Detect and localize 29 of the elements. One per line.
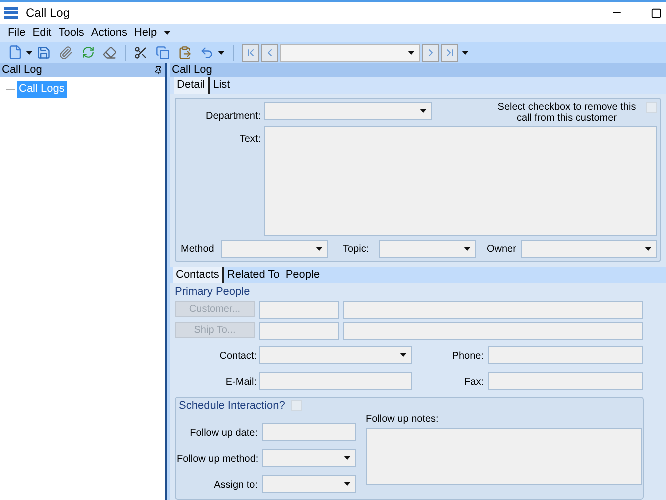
panel-title: Call Log bbox=[2, 62, 42, 78]
field-label: Follow up method: bbox=[177, 454, 259, 465]
group-title: Primary People bbox=[175, 284, 252, 300]
tab[interactable]: People bbox=[282, 266, 324, 283]
group-title: Schedule Interaction? bbox=[179, 398, 286, 414]
tab[interactable]: Detail bbox=[174, 77, 210, 94]
tab[interactable]: Contacts bbox=[173, 266, 224, 283]
menu-item[interactable]: Actions bbox=[91, 24, 128, 42]
field-label: Phone: bbox=[452, 351, 484, 362]
field-label: Fax: bbox=[464, 377, 484, 388]
field-label: Owner bbox=[487, 242, 517, 256]
menu-item[interactable]: Tools bbox=[58, 24, 84, 42]
remove-note: Select checkbox to remove this call from this customer bbox=[496, 102, 638, 124]
field-label: Department: bbox=[206, 111, 261, 122]
field-label: Text: bbox=[240, 134, 261, 145]
field-label: E-Mail: bbox=[226, 377, 257, 388]
menu-item[interactable]: Edit bbox=[32, 24, 52, 42]
field-label: Assign to: bbox=[214, 480, 258, 491]
field-label: Follow up date: bbox=[190, 428, 258, 439]
tab[interactable]: List bbox=[210, 77, 234, 94]
menu-item[interactable]: File bbox=[8, 24, 26, 42]
panel-title: Call Log bbox=[172, 62, 212, 78]
field-label: Follow up notes: bbox=[366, 413, 440, 427]
menu-item[interactable]: Help bbox=[134, 24, 158, 42]
field-label: Contact: bbox=[220, 351, 257, 362]
field-label: Topic: bbox=[343, 242, 370, 256]
window-title: Call Log bbox=[26, 5, 70, 22]
field-label: Method bbox=[180, 242, 216, 256]
tab[interactable]: Related To bbox=[224, 266, 283, 283]
